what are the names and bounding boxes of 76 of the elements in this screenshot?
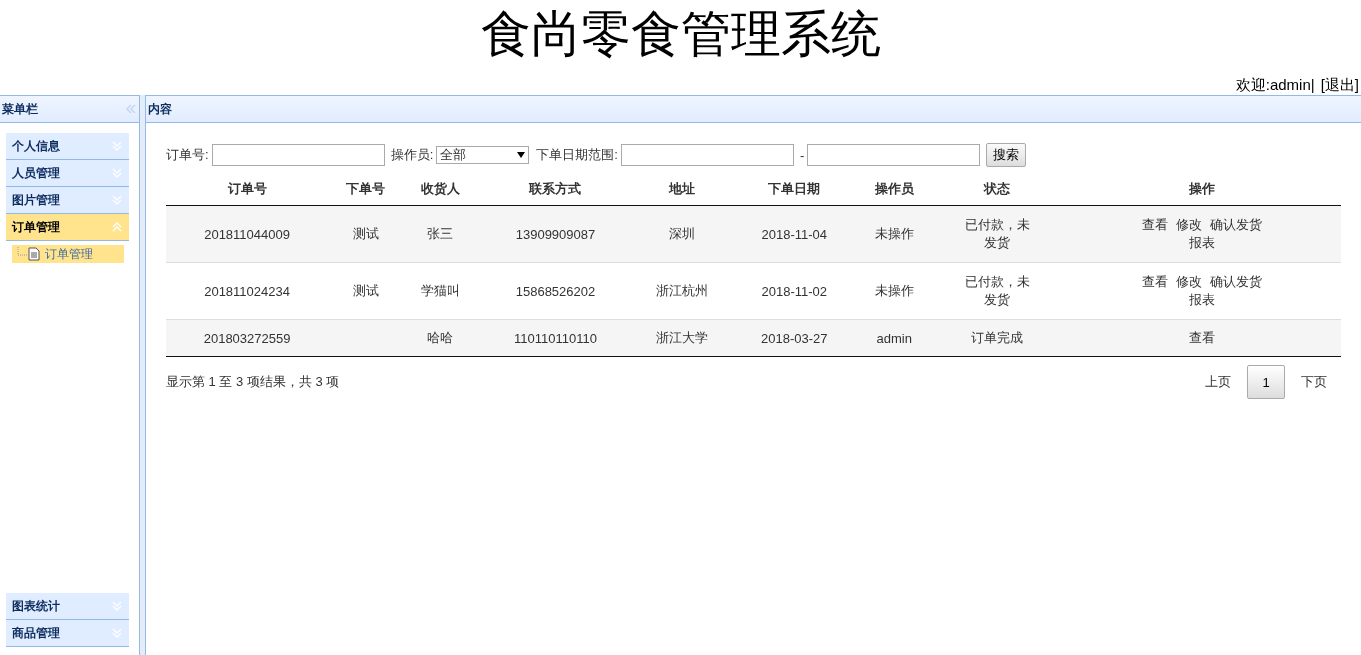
table-cell-text: 201811024234 [203,283,291,299]
field-label: 下单日期范围: [536,146,618,164]
sidebar-title: 菜单栏 [2,100,38,118]
menu-item[interactable]: 订单管理 [6,214,129,241]
table-cell-text: 201811044009 [203,226,291,242]
table-cell-text: 201803272559 [202,330,292,346]
table-cell-text: 已付款，未发货 [964,273,1031,309]
table-cell-text: 学猫叫 [420,282,461,300]
logout-link[interactable]: [退出] [1320,76,1359,95]
search-button[interactable]: 搜索 [986,143,1027,167]
table-cell-text: 订单完成 [970,329,1025,347]
page-button[interactable]: 1 [1247,365,1285,399]
column-header: 地址 [633,173,732,206]
next-page-link[interactable]: 下页 [1301,373,1327,391]
table-cell-text: 15868526202 [514,283,597,299]
column-header: 联系方式 [477,173,634,206]
table-cell-text: 未操作 [873,282,915,300]
table-cell-text: 深圳 [668,225,697,243]
expand-chevron-icon[interactable] [111,167,123,179]
field-label: 操作员: [390,146,434,164]
previous-page-link[interactable]: 上页 [1205,373,1231,391]
action-link[interactable]: 确认发货 [1210,273,1263,291]
expand-chevron-icon[interactable] [111,140,123,152]
column-header: 操作员 [856,173,932,206]
table-cell-text: 浙江大学 [655,329,710,347]
action-link[interactable]: 查看 [1189,329,1216,347]
column-header: 操作 [1063,173,1341,206]
expand-chevron-icon[interactable] [111,627,123,639]
expand-chevron-icon[interactable] [111,600,123,612]
menu-item[interactable]: 个人信息 [6,133,129,160]
table-cell-text: 哈哈 [426,329,455,347]
welcome-text: 欢迎:admin| [1235,76,1315,95]
action-link[interactable]: 报表 [1189,234,1216,252]
collapse-chevron-icon[interactable] [111,221,123,233]
table-cell-text: 2018-11-04 [760,226,829,242]
table-cell-text: admin [875,330,913,346]
table-cell-text: 未操作 [873,225,915,243]
table-cell-text: 张三 [426,225,455,243]
action-link[interactable]: 修改 [1176,273,1203,291]
submenu-item[interactable]: 订单管理 [12,245,124,263]
field-label: 订单号: [166,146,209,164]
order-number-field[interactable] [211,144,385,166]
action-link[interactable]: 修改 [1176,216,1203,234]
column-header: 状态 [931,173,1064,206]
table-cell-text: 2018-11-02 [760,283,829,299]
table-cell-text: 测试 [351,225,380,243]
column-header: 收货人 [403,173,478,206]
table-cell-text: 110110110110 [513,330,598,346]
table-cell-text: 13909909087 [514,226,597,242]
column-header: 下单日期 [731,173,857,206]
table-cell-text: 测试 [351,282,380,300]
end-date-field[interactable] [807,144,981,166]
date-separator: - [799,147,805,163]
expand-chevron-icon[interactable] [111,194,123,206]
column-header: 订单号 [166,173,329,206]
menu-item[interactable]: 图片管理 [6,187,129,214]
collapse-left-icon[interactable] [125,103,137,115]
dropdown-caret-icon [517,152,526,158]
operator-dropdown[interactable]: 全部 [436,146,530,164]
menu-item[interactable]: 商品管理 [6,620,129,647]
action-link[interactable]: 报表 [1189,291,1216,309]
column-header: 下单号 [328,173,404,206]
document-icon [28,247,40,261]
menu-item[interactable]: 人员管理 [6,160,129,187]
table-cell-text: 已付款，未发货 [964,216,1031,252]
table-cell-text: 浙江杭州 [655,282,710,300]
start-date-field[interactable] [620,144,794,166]
menu-item[interactable]: 图表统计 [6,593,129,620]
tree-line [17,247,29,256]
content-title: 内容 [148,100,172,118]
table-cell-text: 2018-03-27 [760,330,829,346]
action-link[interactable]: 查看 [1142,273,1169,291]
action-link[interactable]: 查看 [1142,216,1169,234]
results-summary: 显示第 1 至 3 项结果，共 3 项 [166,373,340,391]
app-title: 食尚零食管理系统 [480,5,881,64]
action-link[interactable]: 确认发货 [1210,216,1263,234]
